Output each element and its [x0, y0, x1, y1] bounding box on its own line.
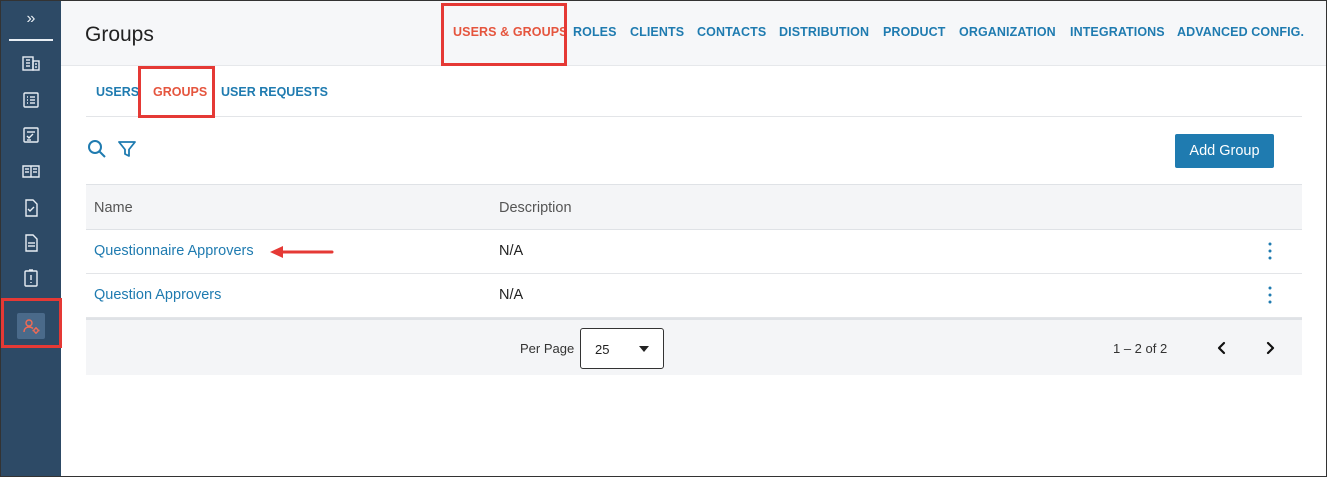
pagination-bar: Per Page 25 1 – 2 of 2	[86, 318, 1302, 375]
document-text-icon[interactable]	[21, 233, 41, 253]
sidebar-highlight-box	[1, 298, 62, 348]
expand-sidebar-icon[interactable]: »	[1, 9, 61, 29]
column-header-description[interactable]: Description	[499, 200, 572, 216]
sidebar-divider	[9, 39, 53, 41]
group-description: N/A	[499, 243, 524, 259]
nav-distribution[interactable]: DISTRIBUTION	[779, 25, 869, 39]
table-row: Question Approvers N/A	[86, 274, 1302, 318]
subtab-bar: USERS GROUPS USER REQUESTS	[86, 68, 1302, 117]
group-name-link[interactable]: Questionnaire Approvers	[94, 243, 254, 259]
nav-advanced-config[interactable]: ADVANCED CONFIG.	[1177, 25, 1304, 39]
nav-integrations[interactable]: INTEGRATIONS	[1070, 25, 1165, 39]
list-icon[interactable]	[21, 90, 41, 110]
nav-contacts[interactable]: CONTACTS	[697, 25, 766, 39]
groups-table: Name Description Questionnaire Approvers…	[86, 184, 1302, 375]
checklist-icon[interactable]	[21, 125, 41, 145]
nav-roles[interactable]: ROLES	[573, 25, 617, 39]
nav-clients[interactable]: CLIENTS	[630, 25, 684, 39]
search-icon[interactable]	[87, 139, 107, 159]
book-icon[interactable]	[21, 161, 41, 181]
sidebar: »	[1, 1, 61, 476]
nav-highlight-box	[441, 3, 567, 66]
per-page-label: Per Page	[520, 341, 575, 356]
pagination-range: 1 – 2 of 2	[1113, 341, 1168, 356]
previous-page-icon[interactable]	[1212, 338, 1232, 358]
filter-icon[interactable]	[117, 139, 137, 159]
nav-organization[interactable]: ORGANIZATION	[959, 25, 1056, 39]
row-actions-menu-icon[interactable]	[1262, 283, 1278, 307]
building-icon[interactable]	[21, 53, 41, 73]
document-check-icon[interactable]	[21, 198, 41, 218]
row-actions-menu-icon[interactable]	[1262, 239, 1278, 263]
group-name-link[interactable]: Question Approvers	[94, 287, 221, 303]
page-title: Groups	[85, 23, 154, 46]
table-header: Name Description	[86, 184, 1302, 230]
tab-users[interactable]: USERS	[96, 85, 139, 99]
column-header-name[interactable]: Name	[94, 200, 133, 216]
per-page-value: 25	[595, 342, 610, 357]
per-page-select[interactable]: 25	[580, 328, 664, 369]
subtab-highlight-box	[138, 66, 215, 118]
nav-product[interactable]: PRODUCT	[883, 25, 946, 39]
annotation-arrow-icon	[270, 246, 334, 258]
add-group-button[interactable]: Add Group	[1175, 134, 1274, 168]
group-description: N/A	[499, 287, 524, 303]
caret-down-icon	[639, 346, 649, 352]
next-page-icon[interactable]	[1260, 338, 1280, 358]
document-alert-icon[interactable]	[21, 268, 41, 288]
tab-user-requests[interactable]: USER REQUESTS	[221, 85, 328, 99]
table-row: Questionnaire Approvers N/A	[86, 230, 1302, 274]
